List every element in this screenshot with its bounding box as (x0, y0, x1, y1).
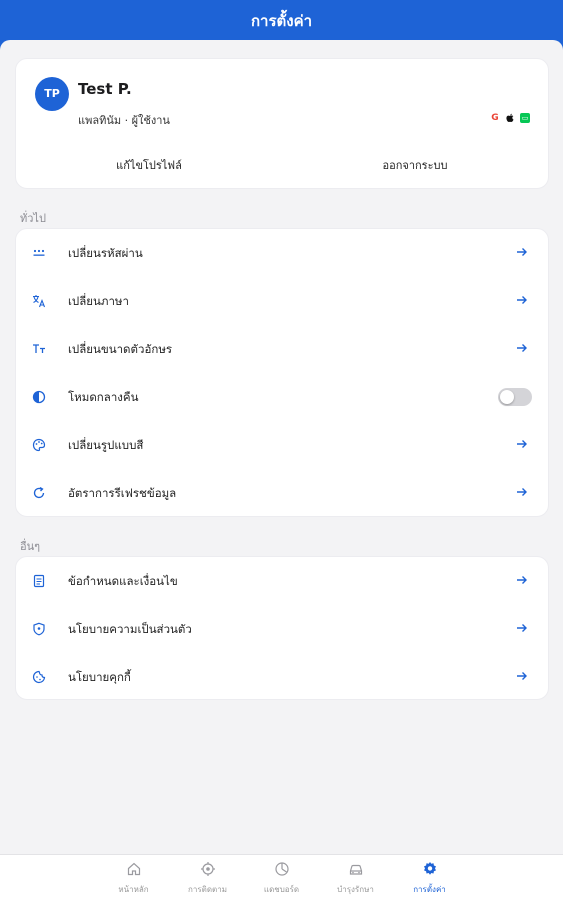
arrow-right-icon (517, 296, 527, 304)
arrow-right-icon (517, 440, 527, 448)
cookie-icon (32, 670, 46, 684)
arrow-right-icon (517, 576, 527, 584)
settings-icon (423, 862, 436, 875)
line-icon: ▭ (520, 113, 530, 123)
arrow-right-icon (517, 624, 527, 632)
tab-settings[interactable]: การตั้งค่า (393, 861, 467, 900)
avatar: TP (35, 77, 69, 111)
privacy-policy-label: นโยบายความเป็นส่วนตัว (68, 622, 192, 636)
car-icon (349, 864, 362, 875)
terms-label: ข้อกำหนดและเงื่อนไข (68, 574, 178, 588)
section-title-general: ทั่วไป (20, 212, 46, 225)
dashboard-icon (274, 862, 289, 876)
section-title-others: อื่นๆ (20, 540, 41, 553)
dark-mode-icon (32, 390, 46, 404)
change-font-size-label: เปลี่ยนขนาดตัวอักษร (68, 342, 173, 356)
change-color-theme-label: เปลี่ยนรูปแบบสี (68, 438, 144, 452)
change-color-theme-item[interactable]: เปลี่ยนรูปแบบสี (16, 421, 548, 469)
other-settings-list: ข้อกำหนดและเงื่อนไข นโยบายความเป็นส่วนตั… (15, 556, 549, 700)
login-providers: G ▭ (490, 113, 530, 123)
logout-button[interactable]: ออกจากระบบ (282, 144, 548, 188)
terms-item[interactable]: ข้อกำหนดและเงื่อนไข (16, 557, 548, 605)
document-icon (33, 574, 45, 588)
tab-dashboard-label: แดชบอร์ด (263, 885, 300, 894)
refresh-icon (33, 486, 45, 499)
dark-mode-item: โหมดกลางคืน (16, 373, 548, 421)
shield-icon (33, 622, 45, 636)
change-password-label: เปลี่ยนรหัสผ่าน (68, 246, 143, 260)
text-size-icon (33, 344, 45, 353)
tab-home-label: หน้าหลัก (118, 885, 149, 894)
refresh-rate-item[interactable]: อัตราการรีเฟรชข้อมูล (16, 469, 548, 517)
top-bar: การตั้งค่า (0, 0, 563, 50)
profile-name: Test P. (78, 80, 132, 98)
google-icon: G (491, 113, 499, 123)
tab-dashboard[interactable]: แดชบอร์ด (245, 861, 319, 900)
dark-mode-label: โหมดกลางคืน (68, 390, 139, 404)
tab-tracking[interactable]: การติดตาม (171, 861, 245, 900)
change-password-item[interactable]: เปลี่ยนรหัสผ่าน (16, 229, 548, 277)
refresh-rate-label: อัตราการรีเฟรชข้อมูล (68, 486, 177, 500)
arrow-right-icon (517, 248, 527, 256)
home-icon (127, 862, 140, 876)
tab-settings-label: การตั้งค่า (413, 885, 446, 894)
palette-icon (32, 438, 46, 452)
tab-home[interactable]: หน้าหลัก (97, 861, 171, 900)
arrow-right-icon (517, 672, 527, 680)
cookie-policy-item[interactable]: นโยบายคุกกี้ (16, 653, 548, 701)
tracking-icon (200, 862, 215, 876)
general-settings-list: เปลี่ยนรหัสผ่าน เปลี่ยนภาษา เปลี่ยนขนาดต… (15, 228, 549, 517)
translate-icon (33, 295, 46, 308)
edit-profile-button[interactable]: แก้ไขโปรไฟล์ (16, 144, 282, 188)
password-icon (33, 249, 45, 256)
tab-tracking-label: การติดตาม (188, 885, 227, 894)
page-title: การตั้งค่า (250, 12, 313, 30)
dark-mode-toggle[interactable] (498, 388, 532, 406)
change-language-item[interactable]: เปลี่ยนภาษา (16, 277, 548, 325)
profile-role: แพลทินัม · ผู้ใช้งาน (78, 114, 170, 127)
tab-maintenance-label: บำรุงรักษา (337, 885, 374, 894)
change-font-size-item[interactable]: เปลี่ยนขนาดตัวอักษร (16, 325, 548, 373)
arrow-right-icon (517, 488, 527, 496)
change-language-label: เปลี่ยนภาษา (68, 294, 129, 308)
bottom-tab-bar: หน้าหลัก การติดตาม แดชบอร์ด บำรุงรักษา ก… (0, 854, 563, 900)
arrow-right-icon (517, 344, 527, 352)
profile-actions: แก้ไขโปรไฟล์ ออกจากระบบ (16, 144, 548, 188)
apple-icon (505, 113, 515, 123)
tab-maintenance[interactable]: บำรุงรักษา (319, 861, 393, 900)
profile-card: TP Test P. แพลทินัม · ผู้ใช้งาน G ▭ แก้ไ… (15, 58, 549, 189)
privacy-policy-item[interactable]: นโยบายความเป็นส่วนตัว (16, 605, 548, 653)
cookie-policy-label: นโยบายคุกกี้ (68, 670, 131, 684)
